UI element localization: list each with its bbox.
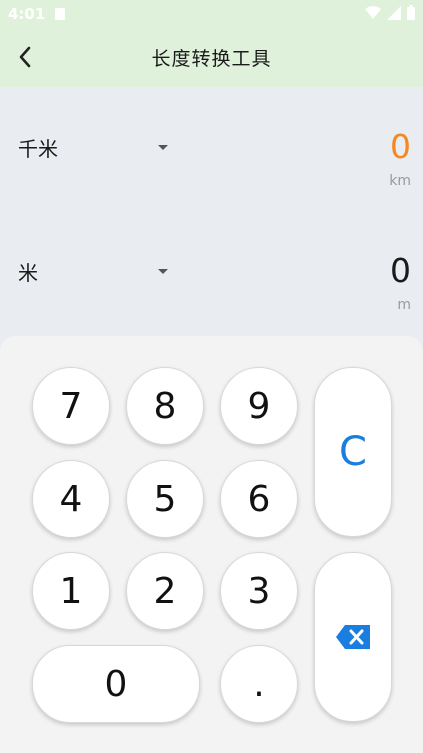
dropdown-arrow-icon <box>158 269 168 274</box>
wifi-icon <box>365 5 381 19</box>
key-9[interactable]: 9 <box>220 367 298 445</box>
dropdown-arrow-icon <box>158 145 168 150</box>
key-4[interactable]: 4 <box>32 460 110 538</box>
backspace-button[interactable] <box>314 552 392 722</box>
unit-abbr-from: km <box>389 173 411 189</box>
unit-label-to: 米 <box>18 261 38 285</box>
conversion-row-to[interactable]: 米 0 m <box>0 211 423 335</box>
status-bar: 4:01 <box>0 0 423 28</box>
conversion-row-from[interactable]: 千米 0 km <box>0 87 423 211</box>
status-icons <box>365 5 415 20</box>
page-title: 长度转换工具 <box>151 48 272 70</box>
key-3[interactable]: 3 <box>220 552 298 630</box>
key-0[interactable]: 0 <box>32 645 200 723</box>
key-2[interactable]: 2 <box>126 552 204 630</box>
key-6[interactable]: 6 <box>220 460 298 538</box>
key-7[interactable]: 7 <box>32 367 110 445</box>
keypad: 7 8 9 C 4 5 6 1 2 3 0 . <box>0 336 423 753</box>
signal-icon <box>387 5 401 20</box>
unit-abbr-to: m <box>397 297 411 313</box>
backspace-icon <box>336 625 370 649</box>
clear-button[interactable]: C <box>314 367 392 537</box>
app-bar: 长度转换工具 <box>0 28 423 87</box>
sim-icon <box>55 8 65 20</box>
battery-icon <box>407 5 415 20</box>
key-1[interactable]: 1 <box>32 552 110 630</box>
status-time: 4:01 <box>8 5 46 23</box>
value-display-to: 0 <box>390 251 411 290</box>
unit-select-from[interactable]: 千米 <box>18 87 178 211</box>
value-display-from: 0 <box>390 127 411 166</box>
key-8[interactable]: 8 <box>126 367 204 445</box>
key-5[interactable]: 5 <box>126 460 204 538</box>
key-decimal[interactable]: . <box>220 645 298 723</box>
unit-select-to[interactable]: 米 <box>18 211 178 335</box>
unit-label-from: 千米 <box>18 137 58 161</box>
